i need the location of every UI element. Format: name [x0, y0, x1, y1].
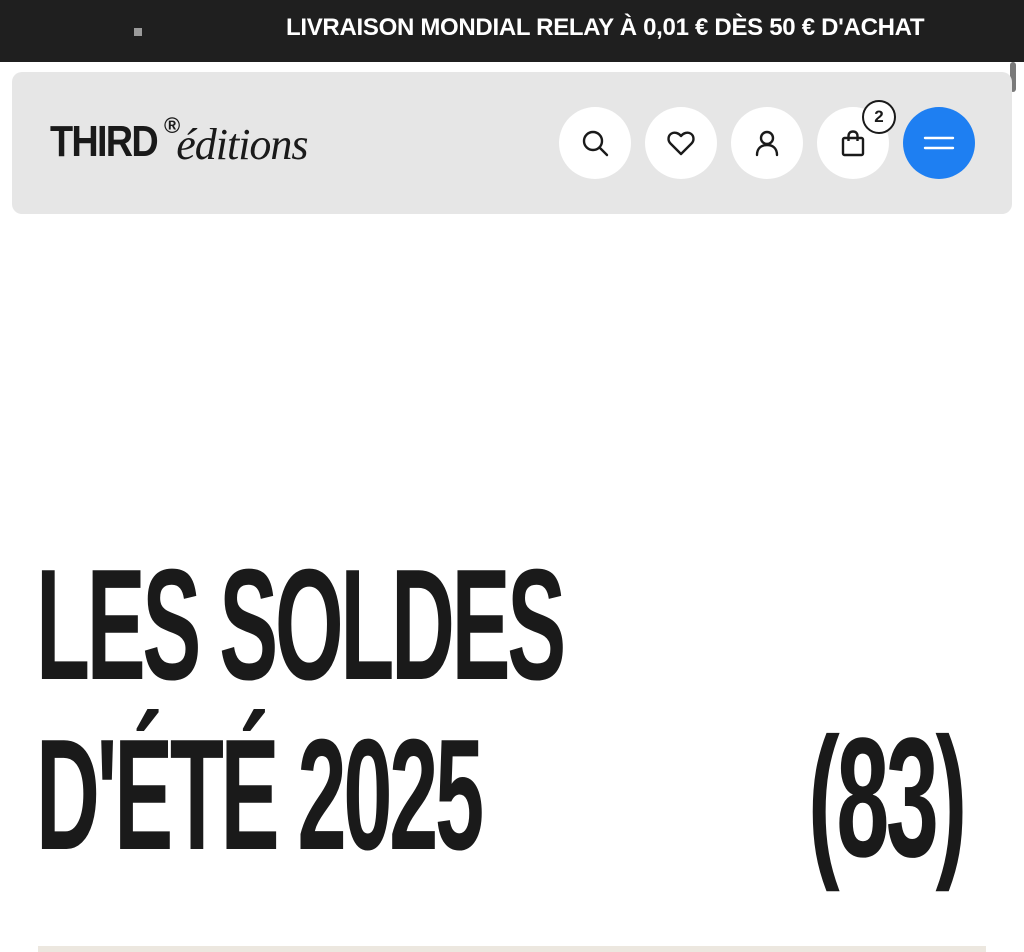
- site-header: THIRD ® éditions 2: [12, 72, 1012, 214]
- wishlist-button[interactable]: [645, 107, 717, 179]
- heart-icon: [667, 131, 695, 156]
- announcement-text: LIVRAISON MONDIAL RELAY À 0,01 € DÈS 50 …: [286, 14, 925, 41]
- page-title-line-2: D'ÉTÉ 2025: [36, 707, 484, 883]
- account-button[interactable]: [731, 107, 803, 179]
- user-icon: [755, 130, 779, 157]
- search-button[interactable]: [559, 107, 631, 179]
- cart-count-badge: 2: [862, 100, 896, 134]
- page-title-line-1: LES SOLDES: [36, 537, 566, 713]
- site-logo[interactable]: THIRD ® éditions: [50, 112, 309, 172]
- shopping-bag-icon: [841, 130, 865, 157]
- hamburger-menu-icon: [923, 136, 955, 150]
- logo-brand: THIRD: [50, 117, 159, 166]
- content-divider: [38, 946, 986, 952]
- announcement-bar: LIVRAISON MONDIAL RELAY À 0,01 € DÈS 50 …: [0, 0, 1024, 62]
- separator-bullet: [134, 28, 142, 36]
- product-count: (83): [808, 703, 967, 893]
- search-icon: [582, 130, 609, 157]
- menu-button[interactable]: [903, 107, 975, 179]
- logo-editions: éditions: [176, 120, 308, 169]
